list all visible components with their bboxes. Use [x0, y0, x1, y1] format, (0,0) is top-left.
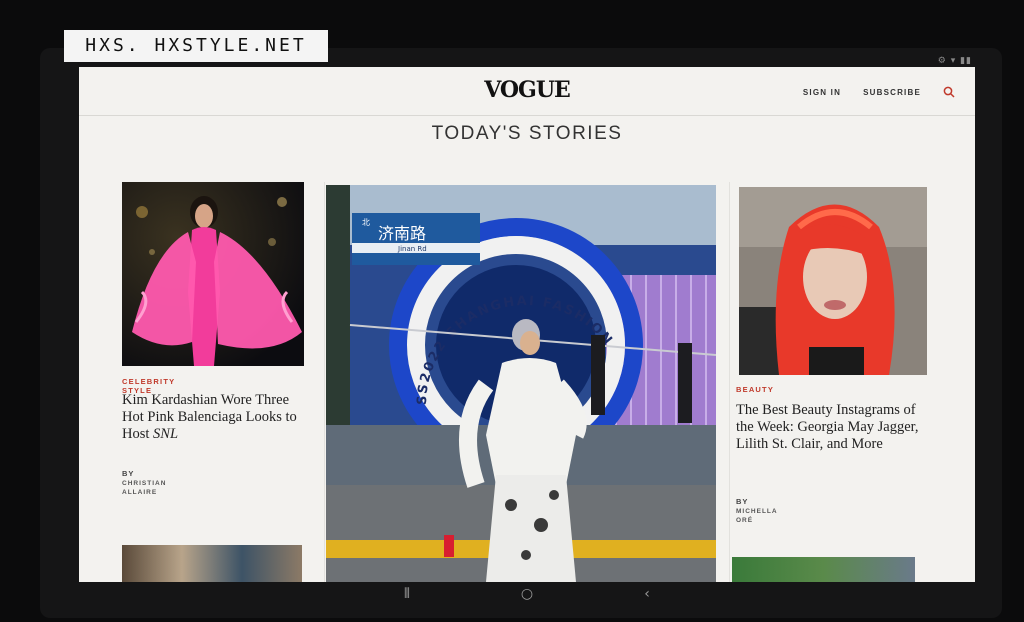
section-title: TODAY'S STORIES	[431, 123, 623, 144]
byline-author[interactable]: MICHELLA ORÉ	[736, 508, 777, 524]
sign-in-link[interactable]: SIGN IN	[803, 88, 841, 97]
column-divider-left	[324, 182, 325, 582]
story-image-kim[interactable]	[122, 182, 304, 366]
featured-image[interactable]: 北 济南路 Jinan Rd SS2022 SHANGHAI FASHION	[326, 185, 716, 582]
column-divider-right	[729, 182, 730, 582]
story-byline: BY CHRISTIAN ALLAIRE	[122, 469, 166, 496]
story-byline: BY MICHELLA ORÉ	[736, 497, 777, 524]
status-bar-icons: ⚙ ▾ ▮▮	[937, 56, 972, 66]
watermark: HXS. HXSTYLE.NET	[64, 30, 328, 62]
byline-author[interactable]: CHRISTIAN ALLAIRE	[122, 480, 166, 496]
story-image-next-left[interactable]	[122, 545, 302, 582]
search-icon[interactable]	[943, 86, 955, 98]
story-image-next-right[interactable]	[732, 557, 915, 582]
story-kicker[interactable]: BEAUTY	[736, 385, 774, 394]
home-button[interactable]: ○	[517, 586, 537, 602]
byline-prefix: BY	[122, 469, 135, 478]
story-headline[interactable]: The Best Beauty Instagrams of the Week: …	[736, 402, 926, 453]
site-header: VOGUE SIGN IN SUBSCRIBE	[79, 67, 975, 116]
story-headline[interactable]: Kim Kardashian Wore Three Hot Pink Balen…	[122, 392, 302, 443]
sign-chinese: 济南路	[378, 224, 426, 243]
back-button[interactable]: ‹	[637, 586, 657, 602]
sign-direction: 北	[362, 218, 370, 227]
headline-italic: SNL	[153, 426, 179, 442]
android-nav-bar: ⦀ ○ ‹	[79, 582, 975, 606]
headline-text: Kim Kardashian Wore Three Hot Pink Balen…	[122, 392, 297, 442]
browser-screen: VOGUE SIGN IN SUBSCRIBE TODAY'S STORIES	[79, 67, 975, 582]
byline-prefix: BY	[736, 497, 749, 506]
subscribe-link[interactable]: SUBSCRIBE	[863, 88, 921, 97]
header-links: SIGN IN SUBSCRIBE	[803, 86, 955, 98]
recent-apps-button[interactable]: ⦀	[397, 586, 417, 602]
story-image-beauty[interactable]	[739, 187, 927, 375]
sign-english: Jinan Rd	[397, 245, 427, 253]
